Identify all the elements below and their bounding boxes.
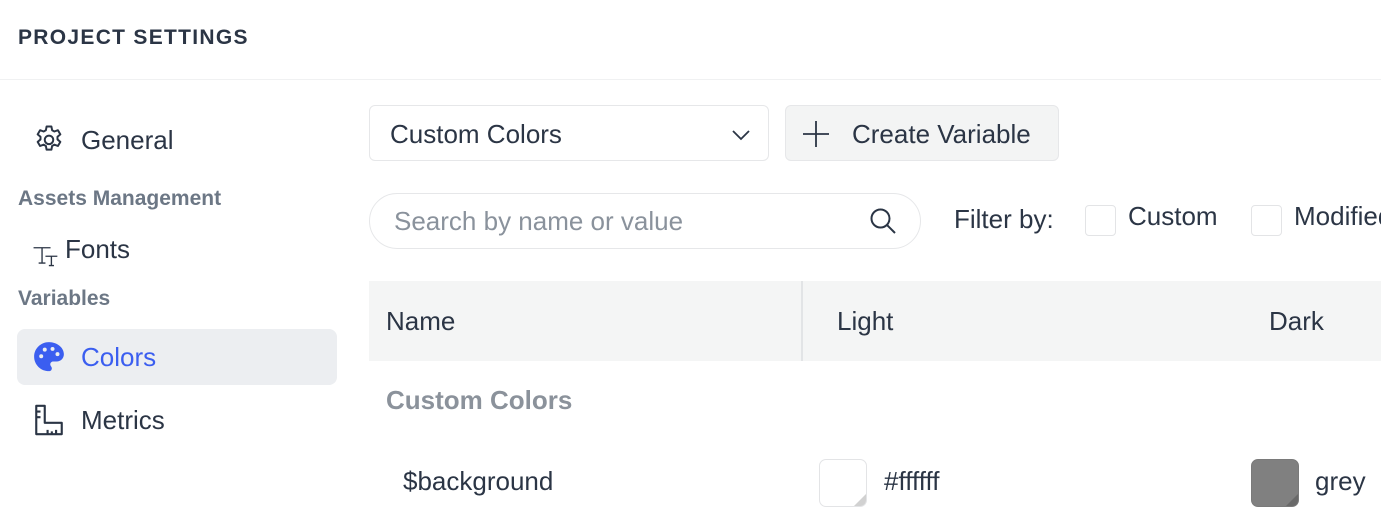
filter-label: Filter by: bbox=[954, 204, 1054, 234]
text-size-icon bbox=[31, 235, 65, 269]
create-variable-label: Create Variable bbox=[852, 119, 1031, 149]
sidebar: General Assets Management Fonts Variable… bbox=[0, 81, 360, 520]
light-color-swatch[interactable] bbox=[819, 459, 867, 507]
group-select-value: Custom Colors bbox=[390, 119, 562, 149]
filter-custom-label[interactable]: Custom bbox=[1128, 201, 1218, 232]
column-header-name: Name bbox=[386, 306, 456, 336]
search-box bbox=[369, 193, 921, 249]
group-title: Custom Colors bbox=[386, 385, 573, 415]
palette-icon bbox=[32, 340, 66, 374]
section-label-assets: Assets Management bbox=[18, 187, 222, 210]
sidebar-item-label: Metrics bbox=[81, 404, 165, 435]
page-header: PROJECT SETTINGS bbox=[0, 0, 1381, 80]
column-header-dark: Dark bbox=[1269, 306, 1324, 336]
light-color-value: #ffffff bbox=[884, 466, 940, 496]
chevron-down-icon bbox=[730, 124, 752, 146]
variable-name: $background bbox=[403, 466, 554, 496]
search-input[interactable] bbox=[394, 204, 854, 238]
filter-custom-checkbox[interactable] bbox=[1085, 205, 1116, 236]
section-label-variables: Variables bbox=[18, 287, 111, 310]
ruler-icon bbox=[32, 403, 66, 437]
sidebar-item-general[interactable]: General bbox=[17, 112, 337, 168]
filter-modified-checkbox[interactable] bbox=[1251, 205, 1282, 236]
table-row: $background #ffffff grey bbox=[369, 451, 1381, 513]
column-divider[interactable] bbox=[801, 281, 803, 361]
swatch-fold-icon bbox=[854, 494, 866, 506]
filter-modified-label[interactable]: Modified bbox=[1294, 201, 1381, 232]
group-select[interactable]: Custom Colors bbox=[369, 105, 769, 161]
dark-color-swatch[interactable] bbox=[1251, 459, 1299, 507]
sidebar-item-fonts[interactable]: Fonts bbox=[17, 221, 337, 277]
sidebar-item-label: General bbox=[81, 124, 174, 155]
search-icon[interactable] bbox=[868, 206, 898, 236]
dark-color-value: grey bbox=[1315, 466, 1366, 496]
sidebar-item-metrics[interactable]: Metrics bbox=[17, 392, 337, 448]
sidebar-item-colors[interactable]: Colors bbox=[17, 329, 337, 385]
page-title: PROJECT SETTINGS bbox=[18, 26, 249, 49]
sidebar-item-label: Colors bbox=[81, 341, 157, 372]
plus-icon bbox=[802, 120, 830, 148]
gear-icon bbox=[32, 123, 66, 157]
table-header: Name Light Dark bbox=[369, 281, 1381, 361]
column-header-light: Light bbox=[837, 306, 894, 336]
swatch-fold-icon bbox=[1286, 494, 1298, 506]
main-content: Custom Colors Create Variable Filter by:… bbox=[369, 81, 1381, 520]
sidebar-item-label: Fonts bbox=[65, 233, 131, 264]
create-variable-button[interactable]: Create Variable bbox=[785, 105, 1059, 161]
